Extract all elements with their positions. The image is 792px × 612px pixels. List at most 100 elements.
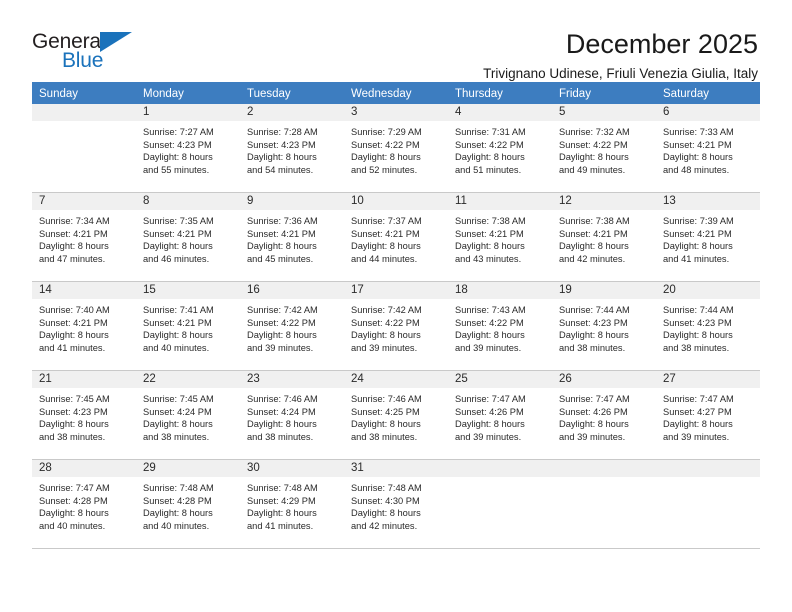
daylight-text-line1: Daylight: 8 hours bbox=[455, 152, 525, 163]
day-details: Sunrise: 7:47 AM Sunset: 4:26 PM Dayligh… bbox=[552, 388, 656, 449]
daylight-text-line2: and 38 minutes. bbox=[39, 431, 106, 442]
day-details: Sunrise: 7:47 AM Sunset: 4:27 PM Dayligh… bbox=[656, 388, 760, 449]
day-cell[interactable]: 7 Sunrise: 7:34 AM Sunset: 4:21 PM Dayli… bbox=[32, 193, 136, 281]
day-cell[interactable]: 13 Sunrise: 7:39 AM Sunset: 4:21 PM Dayl… bbox=[656, 193, 760, 281]
day-cell[interactable]: 25 Sunrise: 7:47 AM Sunset: 4:26 PM Dayl… bbox=[448, 371, 552, 459]
day-cell[interactable]: 14 Sunrise: 7:40 AM Sunset: 4:21 PM Dayl… bbox=[32, 282, 136, 370]
day-cell[interactable]: 22 Sunrise: 7:45 AM Sunset: 4:24 PM Dayl… bbox=[136, 371, 240, 459]
sunset-text: Sunset: 4:22 PM bbox=[351, 317, 420, 328]
sunset-text: Sunset: 4:22 PM bbox=[247, 317, 316, 328]
sunrise-text: Sunrise: 7:47 AM bbox=[39, 483, 110, 493]
day-cell[interactable]: 10 Sunrise: 7:37 AM Sunset: 4:21 PM Dayl… bbox=[344, 193, 448, 281]
day-details: Sunrise: 7:44 AM Sunset: 4:23 PM Dayligh… bbox=[656, 299, 760, 360]
daylight-text-line1: Daylight: 8 hours bbox=[663, 241, 733, 252]
daylight-text-line1: Daylight: 8 hours bbox=[663, 419, 733, 430]
sunset-text: Sunset: 4:24 PM bbox=[143, 406, 212, 417]
daylight-text-line2: and 38 minutes. bbox=[143, 431, 210, 442]
logo-text-blue: Blue bbox=[62, 49, 104, 72]
daylight-text-line2: and 51 minutes. bbox=[455, 164, 522, 175]
page-title: December 2025 bbox=[565, 29, 758, 59]
day-cell[interactable]: 8 Sunrise: 7:35 AM Sunset: 4:21 PM Dayli… bbox=[136, 193, 240, 281]
day-cell[interactable]: 30 Sunrise: 7:48 AM Sunset: 4:29 PM Dayl… bbox=[240, 460, 344, 548]
daylight-text-line1: Daylight: 8 hours bbox=[559, 419, 629, 430]
sunrise-text: Sunrise: 7:48 AM bbox=[247, 483, 318, 493]
day-cell[interactable] bbox=[656, 460, 760, 548]
day-cell[interactable]: 17 Sunrise: 7:42 AM Sunset: 4:22 PM Dayl… bbox=[344, 282, 448, 370]
day-cell[interactable]: 29 Sunrise: 7:48 AM Sunset: 4:28 PM Dayl… bbox=[136, 460, 240, 548]
day-cell[interactable]: 18 Sunrise: 7:43 AM Sunset: 4:22 PM Dayl… bbox=[448, 282, 552, 370]
daylight-text-line1: Daylight: 8 hours bbox=[143, 419, 213, 430]
day-cell[interactable] bbox=[552, 460, 656, 548]
day-cell[interactable]: 31 Sunrise: 7:48 AM Sunset: 4:30 PM Dayl… bbox=[344, 460, 448, 548]
sunrise-text: Sunrise: 7:46 AM bbox=[247, 394, 318, 404]
day-cell[interactable]: 2 Sunrise: 7:28 AM Sunset: 4:23 PM Dayli… bbox=[240, 104, 344, 192]
calendar-week-row: 7 Sunrise: 7:34 AM Sunset: 4:21 PM Dayli… bbox=[32, 193, 760, 282]
daylight-text-line1: Daylight: 8 hours bbox=[559, 152, 629, 163]
sunrise-text: Sunrise: 7:44 AM bbox=[663, 305, 734, 315]
day-cell[interactable]: 5 Sunrise: 7:32 AM Sunset: 4:22 PM Dayli… bbox=[552, 104, 656, 192]
day-cell[interactable] bbox=[448, 460, 552, 548]
day-cell[interactable]: 4 Sunrise: 7:31 AM Sunset: 4:22 PM Dayli… bbox=[448, 104, 552, 192]
weekday-header-wednesday: Wednesday bbox=[351, 88, 412, 100]
day-cell[interactable]: 21 Sunrise: 7:45 AM Sunset: 4:23 PM Dayl… bbox=[32, 371, 136, 459]
day-cell[interactable]: 11 Sunrise: 7:38 AM Sunset: 4:21 PM Dayl… bbox=[448, 193, 552, 281]
day-cell[interactable]: 23 Sunrise: 7:46 AM Sunset: 4:24 PM Dayl… bbox=[240, 371, 344, 459]
day-cell[interactable]: 20 Sunrise: 7:44 AM Sunset: 4:23 PM Dayl… bbox=[656, 282, 760, 370]
sunset-text: Sunset: 4:21 PM bbox=[351, 228, 420, 239]
sunrise-text: Sunrise: 7:40 AM bbox=[39, 305, 110, 315]
day-cell[interactable]: 3 Sunrise: 7:29 AM Sunset: 4:22 PM Dayli… bbox=[344, 104, 448, 192]
day-details: Sunrise: 7:31 AM Sunset: 4:22 PM Dayligh… bbox=[448, 121, 552, 182]
day-cell[interactable]: 12 Sunrise: 7:38 AM Sunset: 4:21 PM Dayl… bbox=[552, 193, 656, 281]
sunset-text: Sunset: 4:23 PM bbox=[39, 406, 108, 417]
daylight-text-line2: and 47 minutes. bbox=[39, 253, 106, 264]
sunset-text: Sunset: 4:21 PM bbox=[663, 139, 732, 150]
sunset-text: Sunset: 4:25 PM bbox=[351, 406, 420, 417]
day-cell[interactable]: 19 Sunrise: 7:44 AM Sunset: 4:23 PM Dayl… bbox=[552, 282, 656, 370]
day-details: Sunrise: 7:38 AM Sunset: 4:21 PM Dayligh… bbox=[448, 210, 552, 271]
day-details: Sunrise: 7:42 AM Sunset: 4:22 PM Dayligh… bbox=[240, 299, 344, 360]
sunrise-text: Sunrise: 7:36 AM bbox=[247, 216, 318, 226]
day-details: Sunrise: 7:41 AM Sunset: 4:21 PM Dayligh… bbox=[136, 299, 240, 360]
day-cell[interactable]: 27 Sunrise: 7:47 AM Sunset: 4:27 PM Dayl… bbox=[656, 371, 760, 459]
sunset-text: Sunset: 4:21 PM bbox=[455, 228, 524, 239]
weekday-header-friday: Friday bbox=[559, 88, 591, 100]
day-cell[interactable]: 9 Sunrise: 7:36 AM Sunset: 4:21 PM Dayli… bbox=[240, 193, 344, 281]
day-cell[interactable]: 24 Sunrise: 7:46 AM Sunset: 4:25 PM Dayl… bbox=[344, 371, 448, 459]
day-number bbox=[552, 460, 656, 477]
sunset-text: Sunset: 4:21 PM bbox=[39, 228, 108, 239]
day-cell[interactable]: 28 Sunrise: 7:47 AM Sunset: 4:28 PM Dayl… bbox=[32, 460, 136, 548]
day-number: 30 bbox=[240, 460, 344, 477]
day-details: Sunrise: 7:45 AM Sunset: 4:23 PM Dayligh… bbox=[32, 388, 136, 449]
sunrise-text: Sunrise: 7:42 AM bbox=[351, 305, 422, 315]
day-cell[interactable]: 1 Sunrise: 7:27 AM Sunset: 4:23 PM Dayli… bbox=[136, 104, 240, 192]
general-blue-logo[interactable]: General Blue bbox=[32, 30, 152, 76]
day-details: Sunrise: 7:45 AM Sunset: 4:24 PM Dayligh… bbox=[136, 388, 240, 449]
day-cell[interactable]: 26 Sunrise: 7:47 AM Sunset: 4:26 PM Dayl… bbox=[552, 371, 656, 459]
daylight-text-line2: and 54 minutes. bbox=[247, 164, 314, 175]
day-cell[interactable]: 16 Sunrise: 7:42 AM Sunset: 4:22 PM Dayl… bbox=[240, 282, 344, 370]
day-details bbox=[32, 121, 136, 132]
day-cell[interactable] bbox=[32, 104, 136, 192]
sunset-text: Sunset: 4:21 PM bbox=[247, 228, 316, 239]
daylight-text-line2: and 38 minutes. bbox=[663, 342, 730, 353]
day-details: Sunrise: 7:48 AM Sunset: 4:29 PM Dayligh… bbox=[240, 477, 344, 538]
day-details: Sunrise: 7:46 AM Sunset: 4:25 PM Dayligh… bbox=[344, 388, 448, 449]
daylight-text-line1: Daylight: 8 hours bbox=[39, 419, 109, 430]
sunrise-text: Sunrise: 7:46 AM bbox=[351, 394, 422, 404]
weekday-header-saturday: Saturday bbox=[663, 88, 710, 100]
sunset-text: Sunset: 4:22 PM bbox=[351, 139, 420, 150]
day-details: Sunrise: 7:28 AM Sunset: 4:23 PM Dayligh… bbox=[240, 121, 344, 182]
day-number: 3 bbox=[344, 104, 448, 121]
sunset-text: Sunset: 4:23 PM bbox=[247, 139, 316, 150]
day-number: 25 bbox=[448, 371, 552, 388]
day-cell[interactable]: 6 Sunrise: 7:33 AM Sunset: 4:21 PM Dayli… bbox=[656, 104, 760, 192]
day-details: Sunrise: 7:47 AM Sunset: 4:26 PM Dayligh… bbox=[448, 388, 552, 449]
day-details: Sunrise: 7:37 AM Sunset: 4:21 PM Dayligh… bbox=[344, 210, 448, 271]
sunset-text: Sunset: 4:23 PM bbox=[143, 139, 212, 150]
day-cell[interactable]: 15 Sunrise: 7:41 AM Sunset: 4:21 PM Dayl… bbox=[136, 282, 240, 370]
day-number: 2 bbox=[240, 104, 344, 121]
daylight-text-line2: and 42 minutes. bbox=[351, 520, 418, 531]
day-number: 14 bbox=[32, 282, 136, 299]
sunrise-text: Sunrise: 7:37 AM bbox=[351, 216, 422, 226]
daylight-text-line2: and 39 minutes. bbox=[247, 342, 314, 353]
